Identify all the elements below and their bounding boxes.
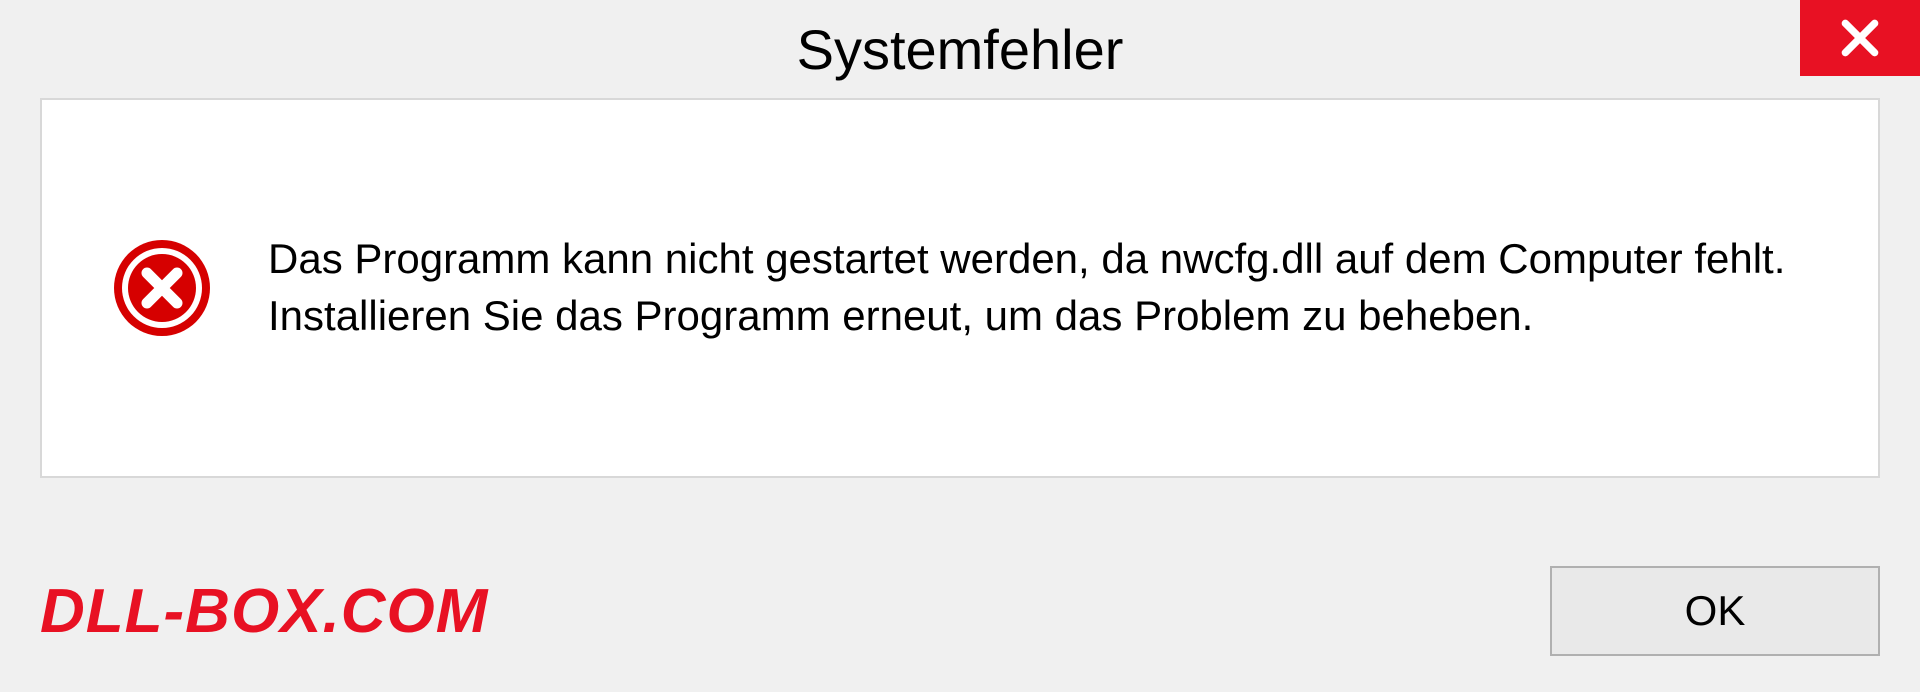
close-button[interactable] [1800, 0, 1920, 76]
footer: DLL-BOX.COM OK [0, 566, 1920, 656]
watermark-text: DLL-BOX.COM [40, 576, 488, 647]
title-bar: Systemfehler [0, 0, 1920, 98]
ok-button[interactable]: OK [1550, 566, 1880, 656]
error-dialog: Systemfehler Das Programm kann nicht ges… [0, 0, 1920, 692]
content-panel: Das Programm kann nicht gestartet werden… [40, 98, 1880, 478]
dialog-title: Systemfehler [797, 17, 1124, 82]
close-icon [1838, 16, 1882, 60]
error-icon [112, 238, 212, 338]
error-message: Das Programm kann nicht gestartet werden… [268, 231, 1808, 344]
